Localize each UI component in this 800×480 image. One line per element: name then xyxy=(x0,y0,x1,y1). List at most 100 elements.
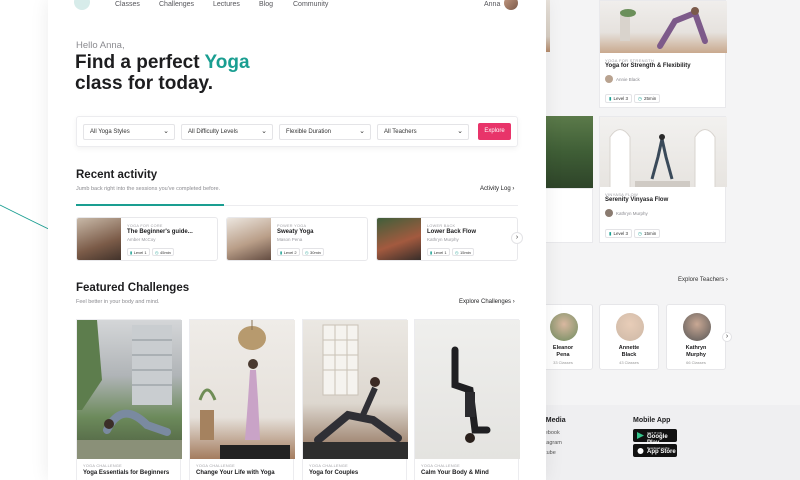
challenge-card-essentials[interactable]: Yoga Challenge Yoga Essentials for Begin… xyxy=(76,319,182,480)
class-photo-strength xyxy=(600,1,727,53)
class-author: Kathryn Murphy xyxy=(616,211,648,216)
class-author: Annie Black xyxy=(616,77,640,82)
logo-icon[interactable] xyxy=(74,0,90,10)
level-chip: ▮ Level 1 xyxy=(127,248,150,256)
level-label: Level 3 xyxy=(613,231,628,236)
clock-icon: ◷ xyxy=(305,249,309,255)
teachers-select[interactable]: All Teachers ⌄ xyxy=(377,124,469,140)
level-icon: ▮ xyxy=(280,249,283,255)
chevron-down-icon: ⌄ xyxy=(359,128,365,135)
chevron-down-icon: ⌄ xyxy=(457,128,463,135)
nav-lectures[interactable]: Lectures xyxy=(213,1,240,8)
explore-button[interactable]: Explore xyxy=(478,123,511,140)
footer: al Media cebook stagram utube Mobile App… xyxy=(530,405,800,480)
activity-thumbnail xyxy=(227,218,271,260)
featured-challenges-title: Featured Challenges xyxy=(76,282,190,294)
class-title: Serenity Vinyasa Flow xyxy=(605,197,669,203)
teacher-card-annette[interactable]: Annette Black 43 Classes xyxy=(599,304,659,370)
activity-card-beginner[interactable]: Yoga for Core The Beginner's guide... Am… xyxy=(76,217,218,261)
activity-author: Mason Pena xyxy=(277,237,303,242)
activity-tag: Lower Back xyxy=(427,224,456,228)
nav-blog[interactable]: Blog xyxy=(259,1,273,8)
explore-teachers-link[interactable]: Explore Teachers › xyxy=(678,277,728,283)
activity-thumbnail xyxy=(377,218,421,260)
avatar xyxy=(605,75,613,83)
challenge-tag: Yoga Challenge xyxy=(309,464,349,468)
featured-challenges-subtitle: Feel better in your body and mind. xyxy=(76,299,160,305)
app-store-badge[interactable]: Download on the App Store xyxy=(633,444,677,457)
teachers-next-button[interactable]: › xyxy=(722,332,732,342)
activity-next-button[interactable]: › xyxy=(511,232,523,244)
chevron-down-icon: ⌄ xyxy=(163,128,169,135)
level-chip: ▮ Level 1 xyxy=(427,248,450,256)
teacher-card-kathryn[interactable]: Kathryn Murphy 66 Classes xyxy=(666,304,726,370)
google-play-badge[interactable]: GET IT ON Google Play xyxy=(633,429,677,446)
nav-challenges[interactable]: Challenges xyxy=(159,1,194,8)
class-photo-vinyasa xyxy=(600,117,727,187)
duration-label: 25min xyxy=(643,96,657,101)
teacher-classes: 43 Classes xyxy=(619,360,639,365)
level-icon: ▮ xyxy=(130,249,133,255)
active-tab-indicator xyxy=(76,204,224,206)
class-card-vinyasa[interactable]: Vinyasa Flow Serenity Vinyasa Flow Kathr… xyxy=(599,116,727,243)
challenge-title: Change Your Life with Yoga xyxy=(196,470,275,476)
recent-activity-subtitle: Jumb back right into the sessions you've… xyxy=(76,186,221,192)
main-page: Classes Challenges Lectures Blog Communi… xyxy=(48,0,546,480)
level-chip: ▮ Level 3 xyxy=(605,229,632,238)
challenge-tag: Yoga Challenge xyxy=(196,464,236,468)
activity-author: Kathryn Murphy xyxy=(427,237,459,242)
challenge-title: Yoga Essentials for Beginners xyxy=(83,470,170,476)
duration-chip: ◷ 15min xyxy=(452,248,474,256)
filter-bar: All Yoga Styles ⌄ All Difficulty Levels ⌄ … xyxy=(76,116,518,147)
challenge-card-calm[interactable]: Yoga Challenge Calm Your Body & Mind xyxy=(414,319,520,480)
difficulty-select[interactable]: All Difficulty Levels ⌄ xyxy=(181,124,273,140)
level-chip: ▮ Level 3 xyxy=(605,94,632,103)
nav-community[interactable]: Community xyxy=(293,1,328,8)
avatar xyxy=(550,313,578,341)
avatar xyxy=(605,209,613,217)
activity-title: Sweaty Yoga xyxy=(277,229,314,235)
activity-tag: Yoga for Core xyxy=(127,224,163,228)
recent-activity-title: Recent activity xyxy=(76,169,158,181)
teacher-name: Annette Black xyxy=(618,345,640,358)
class-card-strength[interactable]: Yoga for Strength Yoga for Strength & Fl… xyxy=(599,0,727,108)
duration-label: 15min xyxy=(643,231,657,236)
challenge-title: Yoga for Couples xyxy=(309,470,359,476)
clock-icon: ◷ xyxy=(155,249,159,255)
teacher-classes: 66 Classes xyxy=(686,360,706,365)
yoga-style-select[interactable]: All Yoga Styles ⌄ xyxy=(83,124,175,140)
challenge-card-change-life[interactable]: Yoga Challenge Change Your Life with Yog… xyxy=(189,319,295,480)
user-name[interactable]: Anna xyxy=(484,1,500,8)
challenge-photo xyxy=(77,320,182,459)
challenge-photo xyxy=(303,320,408,459)
avatar xyxy=(616,313,644,341)
duration-chip: ◷ 45min xyxy=(152,248,174,256)
activity-title: Lower Back Flow xyxy=(427,229,477,235)
explore-challenges-link[interactable]: Explore Challenges › xyxy=(459,299,515,305)
duration-chip: ◷ 25min xyxy=(634,94,661,103)
activity-card-sweaty[interactable]: Power Yoga Sweaty Yoga Mason Pena ▮ Level… xyxy=(226,217,368,261)
avatar[interactable] xyxy=(504,0,518,10)
nav-classes[interactable]: Classes xyxy=(115,1,140,8)
activity-author: Amber McCoy xyxy=(127,237,156,242)
activity-thumbnail xyxy=(77,218,121,260)
teacher-name: Kathryn Murphy xyxy=(685,345,707,358)
challenge-tag: Yoga Challenge xyxy=(421,464,461,468)
level-label: Level 3 xyxy=(613,96,628,101)
class-title: Yoga for Strength & Flexibility xyxy=(605,63,691,69)
challenge-card-couples[interactable]: Yoga Challenge Yoga for Couples xyxy=(302,319,408,480)
clock-icon: ◷ xyxy=(455,249,459,255)
duration-chip: ◷ 15min xyxy=(634,229,661,238)
activity-card-lowerback[interactable]: Lower Back Lower Back Flow Kathryn Murph… xyxy=(376,217,518,261)
activity-log-link[interactable]: Activity Log › xyxy=(480,186,514,192)
duration-select[interactable]: Flexible Duration ⌄ xyxy=(279,124,371,140)
greeting: Hello Anna, xyxy=(76,40,125,51)
page-title: Find a perfect Yoga class for today. xyxy=(75,52,250,94)
challenge-title: Calm Your Body & Mind xyxy=(421,470,489,476)
duration-chip: ◷ 30min xyxy=(302,248,324,256)
chevron-down-icon: ⌄ xyxy=(261,128,267,135)
avatar xyxy=(683,313,711,341)
apple-icon xyxy=(637,448,644,454)
challenge-photo xyxy=(415,320,520,459)
challenge-tag: Yoga Challenge xyxy=(83,464,123,468)
